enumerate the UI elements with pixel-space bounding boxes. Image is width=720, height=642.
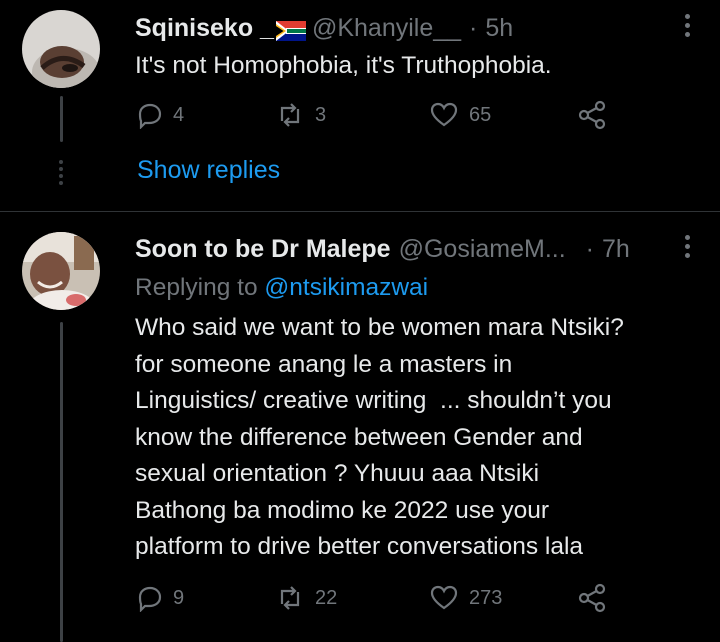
share-button[interactable] (577, 583, 607, 613)
share-icon (578, 100, 606, 130)
author-row: Sqiniseko _ @Khanyile__ · 5h (135, 14, 513, 43)
thread-dots (59, 160, 65, 188)
text-line: for someone anang le a masters in (135, 350, 513, 378)
tweet-2[interactable]: Soon to be Dr Malepe @GosiameM... · 7h R… (0, 212, 720, 642)
replying-to: Replying to @ntsikimazwai (135, 274, 428, 302)
text-line: Linguistics/ creative writing ... should… (135, 387, 612, 414)
reply-icon (138, 103, 162, 129)
avatar[interactable] (22, 232, 100, 310)
separator-dot: · (585, 235, 594, 263)
text-line: Who said we want to be women mara Ntsiki… (135, 314, 624, 341)
avatar[interactable] (22, 10, 100, 88)
thread-line (60, 96, 63, 142)
reply-button[interactable]: 9 (135, 584, 275, 612)
tweet-1[interactable]: Sqiniseko _ @Khanyile__ · 5h It's not Ho… (0, 0, 720, 210)
text-line: Bathong ba modimo ke 2022 use your (135, 496, 550, 524)
reply-icon (138, 586, 162, 612)
retweet-icon (280, 586, 300, 610)
timestamp[interactable]: 7h (602, 235, 630, 264)
mention-link[interactable]: @ntsikimazwai (264, 274, 428, 301)
heart-icon (430, 585, 458, 610)
like-button[interactable]: 65 (429, 101, 577, 129)
author-handle[interactable]: @GosiameM... (399, 235, 566, 264)
retweet-button[interactable]: 22 (275, 584, 429, 612)
share-icon (578, 583, 606, 613)
tweet-text: Who said we want to be women mara Ntsiki… (135, 310, 624, 566)
replying-to-label: Replying to (135, 274, 258, 301)
more-options-icon[interactable] (683, 14, 691, 41)
thread-line (60, 322, 63, 642)
tweet-actions: 9 22 273 (135, 583, 607, 613)
reply-count: 4 (173, 103, 185, 126)
retweet-count: 3 (315, 103, 327, 126)
like-button[interactable]: 273 (429, 584, 577, 612)
timestamp[interactable]: 5h (485, 14, 513, 43)
show-replies-link[interactable]: Show replies (137, 156, 280, 185)
reply-count: 9 (173, 586, 185, 609)
text-line: sexual orientation ? Yhuuu aaa Ntsiki (135, 460, 540, 487)
tweet-actions: 4 3 65 (135, 100, 607, 130)
more-options-icon[interactable] (683, 235, 691, 262)
separator-dot: · (469, 14, 478, 42)
author-name[interactable]: Sqiniseko _ (135, 14, 274, 43)
south-africa-flag-icon (275, 19, 306, 41)
share-button[interactable] (577, 100, 607, 130)
like-count: 273 (469, 586, 503, 609)
tweet-text: It's not Homophobia, it's Truthophobia. (135, 52, 552, 79)
retweet-icon (280, 103, 300, 127)
reply-button[interactable]: 4 (135, 101, 275, 129)
retweet-button[interactable]: 3 (275, 101, 429, 129)
heart-icon (430, 102, 458, 127)
like-count: 65 (469, 103, 492, 126)
author-handle[interactable]: @Khanyile__ (312, 14, 461, 43)
retweet-count: 22 (315, 586, 338, 609)
text-line: platform to drive better conversations l… (135, 533, 584, 560)
author-row: Soon to be Dr Malepe @GosiameM... · 7h (135, 235, 630, 264)
author-name[interactable]: Soon to be Dr Malepe (135, 235, 391, 264)
text-line: know the difference between Gender and (135, 423, 583, 451)
